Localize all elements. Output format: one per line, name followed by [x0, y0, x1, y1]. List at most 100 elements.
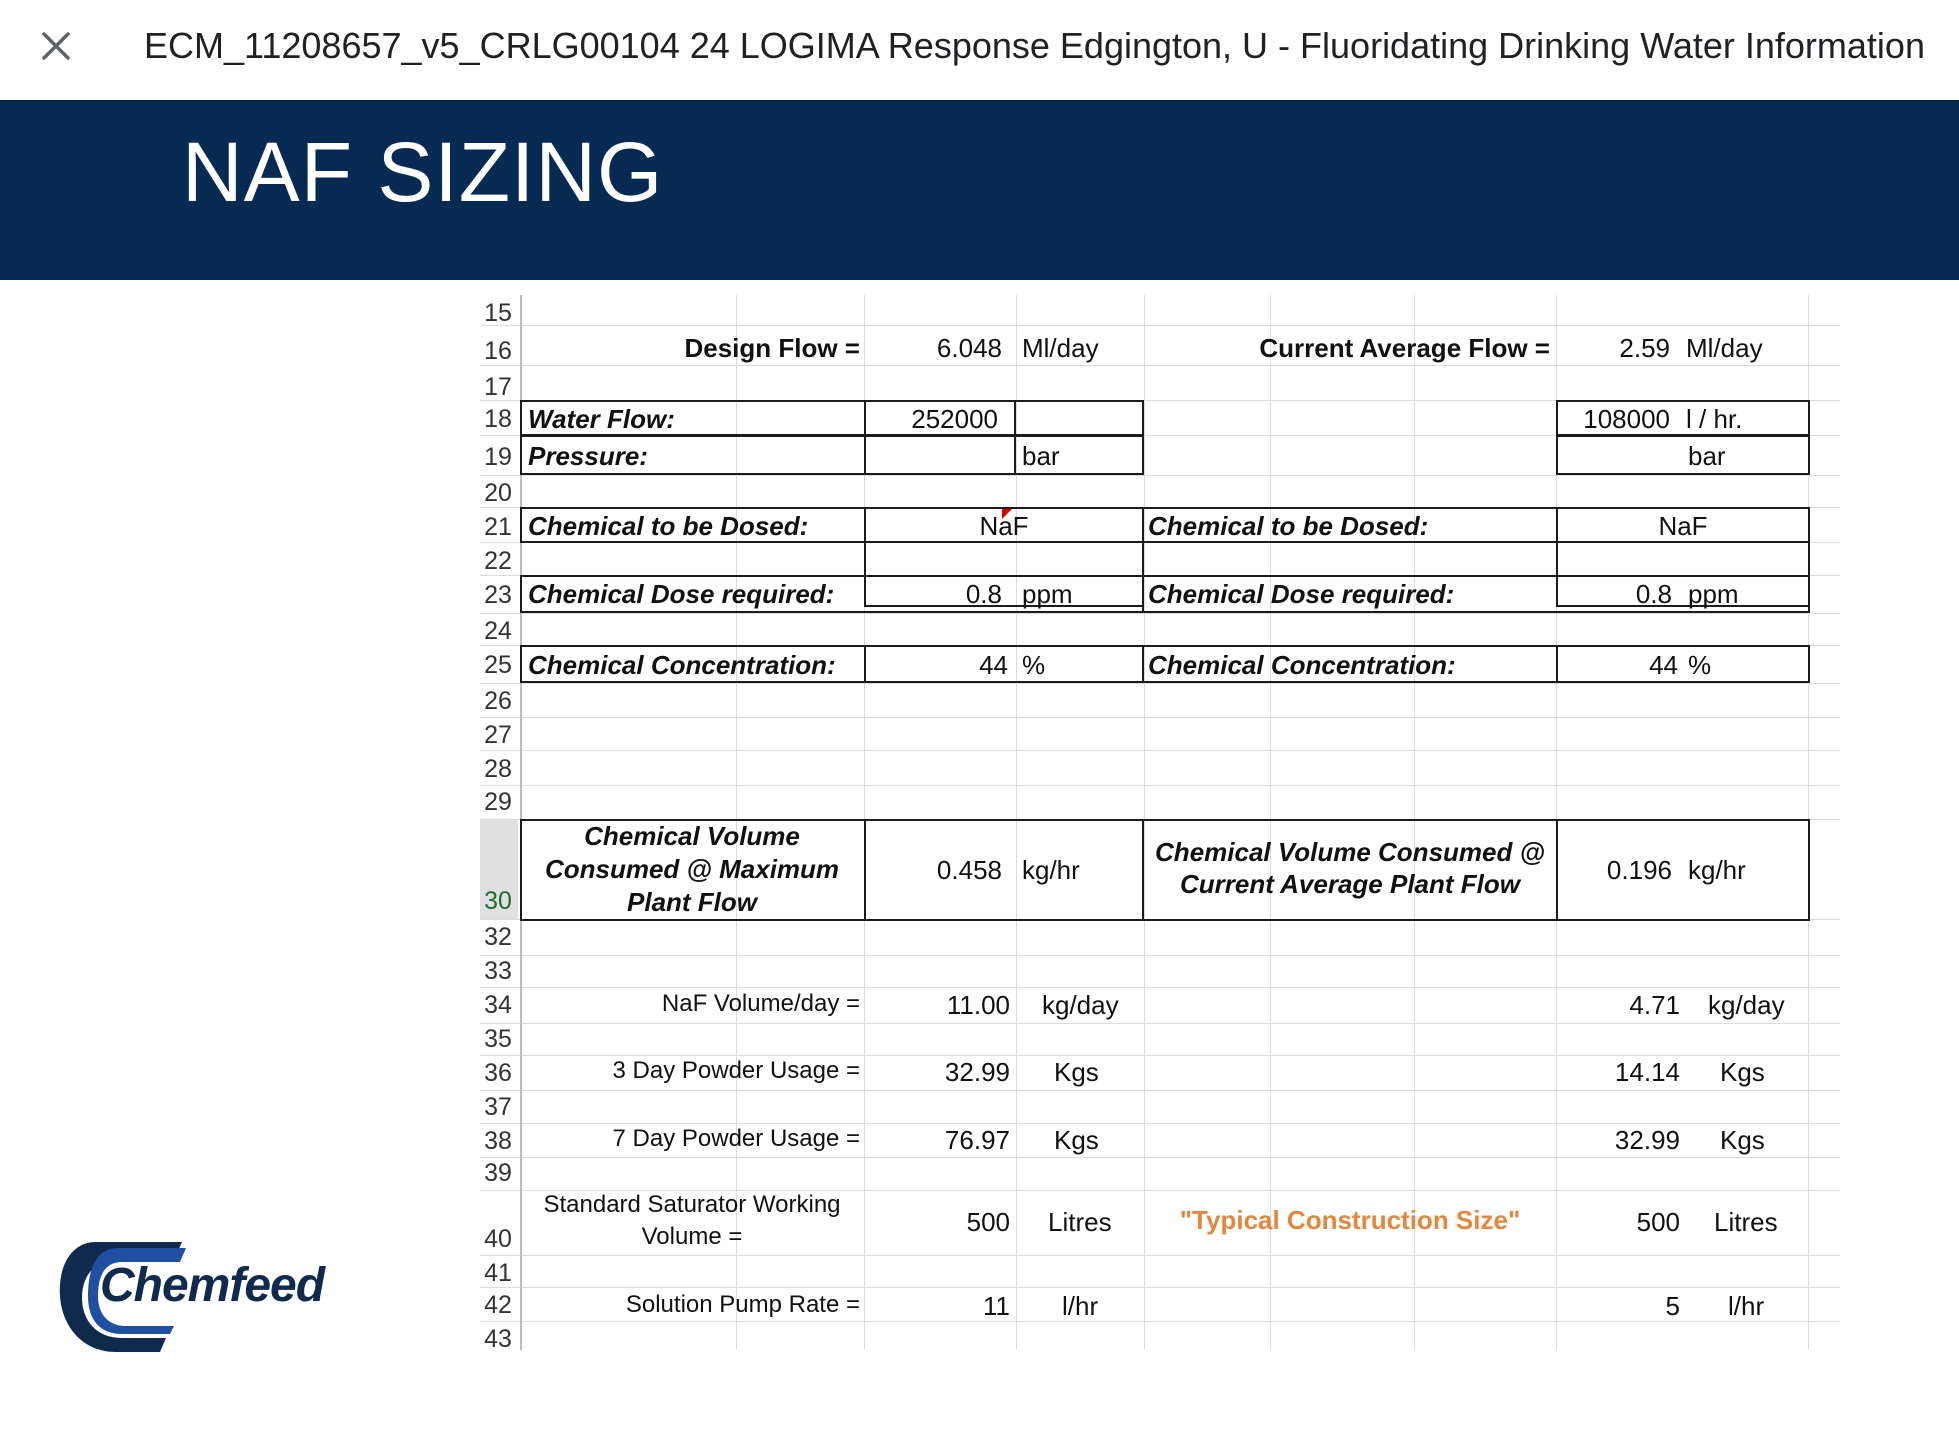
current-volume-unit: kg/hr	[1688, 855, 1746, 885]
row-number: 38	[484, 1127, 512, 1155]
row-number: 40	[484, 1225, 512, 1253]
seven-day-usage-current-unit: Kgs	[1720, 1125, 1765, 1155]
typical-construction-note: "Typical Construction Size"	[1179, 1205, 1521, 1235]
design-dose-value: 0.8	[965, 579, 1002, 609]
pump-rate-current-value: 5	[1665, 1291, 1680, 1321]
pump-rate-design-unit: l/hr	[1062, 1291, 1099, 1321]
design-volume-label-line2: Consumed @ Maximum	[544, 854, 840, 884]
design-flow-label: Design Flow =	[684, 333, 860, 363]
document-title: ECM_11208657_v5_CRLG00104 24 LOGIMA Resp…	[144, 25, 1925, 66]
row-number: 20	[484, 479, 512, 507]
saturator-volume-label-line1: Standard Saturator Working	[543, 1191, 841, 1218]
current-conc-label: Chemical Concentration:	[1148, 650, 1456, 680]
row-number-selected: 30	[484, 887, 512, 915]
design-conc-unit: %	[1022, 650, 1046, 680]
pump-rate-label: Solution Pump Rate =	[625, 1291, 860, 1318]
three-day-usage-current-unit: Kgs	[1720, 1057, 1765, 1087]
seven-day-usage-design-unit: Kgs	[1054, 1125, 1099, 1155]
close-icon[interactable]	[36, 26, 76, 66]
saturator-volume-design-unit: Litres	[1048, 1207, 1112, 1237]
water-flow-value: 252000	[911, 404, 998, 434]
design-flow-unit: Ml/day	[1022, 333, 1099, 363]
current-volume-label-line1: Chemical Volume Consumed @	[1155, 837, 1545, 867]
design-dose-label: Chemical Dose required:	[528, 579, 835, 609]
saturator-volume-design-value: 500	[966, 1207, 1010, 1237]
row-number: 41	[484, 1259, 512, 1287]
current-conc-value: 44	[1649, 650, 1678, 680]
seven-day-usage-design-value: 76.97	[944, 1125, 1010, 1155]
row-number: 39	[484, 1159, 512, 1187]
three-day-usage-design-unit: Kgs	[1054, 1057, 1099, 1087]
row-number: 15	[484, 299, 512, 327]
pressure-unit: bar	[1022, 441, 1060, 471]
row-number: 32	[484, 923, 512, 951]
saturator-volume-current-value: 500	[1636, 1207, 1680, 1237]
row-number: 21	[484, 513, 512, 541]
pump-rate-current-unit: l/hr	[1728, 1291, 1765, 1321]
pressure-value-box	[864, 435, 1144, 475]
seven-day-usage-current-value: 32.99	[1614, 1125, 1680, 1155]
current-dose-label: Chemical Dose required:	[1148, 579, 1455, 609]
row-number: 37	[484, 1093, 512, 1121]
row-number: 18	[484, 405, 512, 433]
row-number: 36	[484, 1059, 512, 1087]
cell-comment-indicator	[1002, 509, 1012, 519]
row-number: 27	[484, 721, 512, 749]
three-day-usage-design-value: 32.99	[944, 1057, 1010, 1087]
current-conc-unit: %	[1688, 650, 1712, 680]
row-number: 26	[484, 687, 512, 715]
current-chem-value: NaF	[1658, 511, 1708, 541]
row-number: 34	[484, 991, 512, 1019]
row-number: 25	[484, 651, 512, 679]
design-flow-value: 6.048	[936, 333, 1002, 363]
row-number: 29	[484, 788, 512, 816]
row-number: 19	[484, 443, 512, 471]
design-chem-label: Chemical to be Dosed:	[528, 511, 809, 541]
design-conc-label: Chemical Concentration:	[528, 650, 836, 680]
naf-volume-current-unit: kg/day	[1708, 990, 1785, 1020]
current-volume-label-line2: Current Average Plant Flow	[1180, 869, 1520, 899]
row-number: 22	[484, 547, 512, 575]
current-chem-label: Chemical to be Dosed:	[1148, 511, 1429, 541]
naf-volume-current-value: 4.71	[1629, 990, 1680, 1020]
design-volume-label-line3: Plant Flow	[627, 887, 757, 917]
seven-day-usage-label: 7 Day Powder Usage =	[612, 1125, 860, 1152]
logo-text: Chemfeed	[100, 1259, 325, 1312]
water-flow-label: Water Flow:	[528, 404, 675, 434]
current-flow-value: 2.59	[1619, 333, 1670, 363]
row-number: 17	[484, 373, 512, 401]
current-water-flow-unit: l / hr.	[1686, 404, 1743, 434]
spreadsheet-snapshot: 15 16 17 18 19 20 21 22 23 24 25 26 27 2…	[480, 295, 1840, 1350]
viewer-toolbar: ECM_11208657_v5_CRLG00104 24 LOGIMA Resp…	[0, 0, 1959, 100]
row-number: 42	[484, 1291, 512, 1319]
row-number: 33	[484, 957, 512, 985]
design-volume-unit: kg/hr	[1022, 855, 1080, 885]
naf-volume-label: NaF Volume/day =	[661, 990, 860, 1017]
row-number: 16	[484, 337, 512, 365]
current-flow-unit: Ml/day	[1686, 333, 1763, 363]
three-day-usage-label: 3 Day Powder Usage =	[612, 1057, 860, 1084]
design-dose-unit: ppm	[1022, 579, 1073, 609]
saturator-volume-label-line2: Volume =	[641, 1223, 743, 1250]
current-dose-unit: ppm	[1688, 579, 1739, 609]
current-pressure-box	[1556, 435, 1810, 475]
chemfeed-logo: Chemfeed	[56, 1240, 326, 1355]
design-conc-value: 44	[979, 650, 1008, 680]
pump-rate-design-value: 11	[983, 1291, 1010, 1321]
row-number: 24	[484, 617, 512, 645]
naf-volume-design-value: 11.00	[946, 990, 1010, 1020]
row-number: 35	[484, 1025, 512, 1053]
pressure-label: Pressure:	[528, 441, 648, 471]
naf-volume-design-unit: kg/day	[1042, 990, 1119, 1020]
current-water-flow-value: 108000	[1583, 404, 1670, 434]
current-dose-value: 0.8	[1635, 579, 1672, 609]
saturator-volume-current-unit: Litres	[1714, 1207, 1778, 1237]
slide-title: NAF SIZING	[182, 125, 664, 219]
current-volume-value: 0.196	[1606, 855, 1672, 885]
slide-banner: NAF SIZING	[0, 100, 1959, 280]
row-number: 28	[484, 755, 512, 783]
current-pressure-unit: bar	[1688, 441, 1726, 471]
current-flow-label: Current Average Flow =	[1259, 333, 1550, 363]
design-volume-value: 0.458	[936, 855, 1002, 885]
row-number: 23	[484, 581, 512, 609]
